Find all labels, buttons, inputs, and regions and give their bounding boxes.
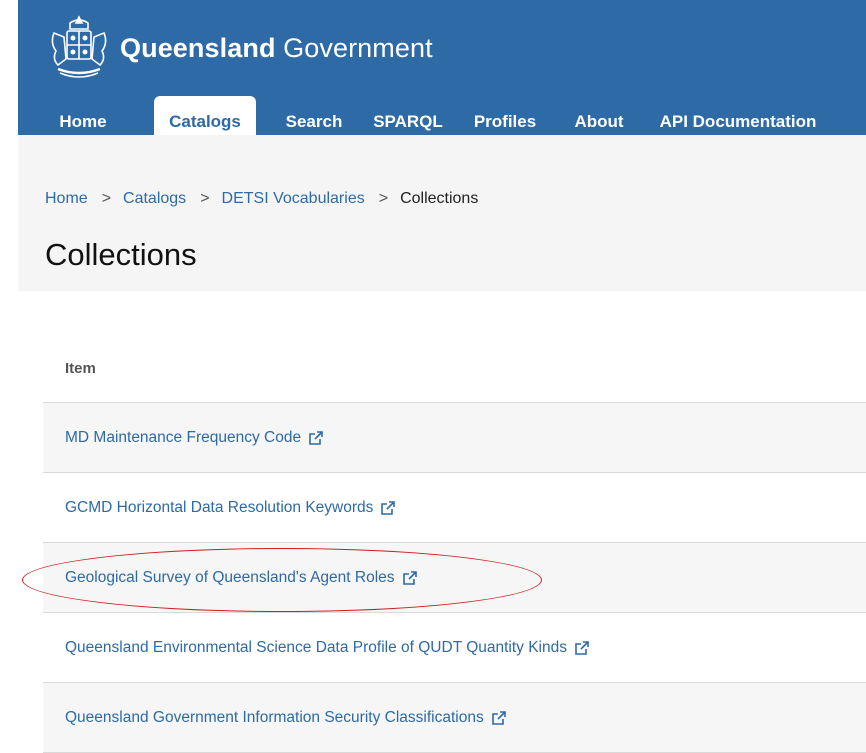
external-link-icon (380, 500, 396, 516)
external-link-icon (402, 570, 418, 586)
collections-table: Item MD Maintenance Frequency Code GCMD … (43, 336, 866, 753)
collection-link-label: Queensland Environmental Science Data Pr… (65, 638, 567, 656)
external-link-icon (491, 710, 507, 726)
breadcrumb-separator: > (101, 190, 112, 207)
table-header-item: Item (43, 336, 866, 403)
collection-link-label: GCMD Horizontal Data Resolution Keywords (65, 498, 374, 516)
brand-name: Queensland Government (120, 33, 433, 64)
table-row: Queensland Government Information Securi… (43, 683, 866, 753)
collection-link[interactable]: Geological Survey of Queensland's Agent … (65, 569, 418, 587)
breadcrumb-catalogs[interactable]: Catalogs (123, 190, 186, 207)
collection-link-label: MD Maintenance Frequency Code (65, 428, 302, 446)
collection-link[interactable]: Queensland Government Information Securi… (65, 709, 507, 727)
breadcrumb-home[interactable]: Home (45, 190, 88, 207)
page-title: Collections (45, 237, 197, 272)
table-row: MD Maintenance Frequency Code (43, 403, 866, 473)
table-row: GCMD Horizontal Data Resolution Keywords (43, 473, 866, 543)
collection-link-label: Queensland Government Information Securi… (65, 708, 484, 726)
breadcrumb-separator: > (200, 190, 210, 207)
site-header: Queensland Government Home Catalogs Sear… (18, 0, 866, 146)
breadcrumb-current: Collections (400, 190, 479, 207)
brand-logo[interactable]: Queensland Government (46, 8, 433, 88)
external-link-icon (308, 430, 324, 446)
breadcrumb-detsi-vocabularies[interactable]: DETSI Vocabularies (222, 190, 365, 207)
table-row: Queensland Environmental Science Data Pr… (43, 613, 866, 683)
external-link-icon (574, 640, 590, 656)
brand-name-regular: Government (275, 32, 433, 63)
breadcrumb: Home > Catalogs > DETSI Vocabularies > Collect… (45, 190, 478, 208)
table-row: Geological Survey of Queensland's Agent … (43, 543, 866, 613)
collection-link-label: Geological Survey of Queensland's Agent … (65, 568, 395, 586)
collection-link[interactable]: MD Maintenance Frequency Code (65, 429, 324, 447)
breadcrumb-separator: > (378, 190, 389, 207)
queensland-crest-icon (51, 15, 107, 78)
collection-link[interactable]: Queensland Environmental Science Data Pr… (65, 639, 590, 657)
collection-link[interactable]: GCMD Horizontal Data Resolution Keywords (65, 499, 396, 517)
brand-name-bold: Queensland (120, 32, 276, 63)
page-heading-area: Home > Catalogs > DETSI Vocabularies > Collect… (18, 135, 866, 291)
